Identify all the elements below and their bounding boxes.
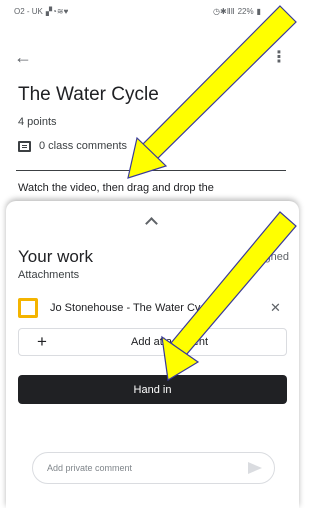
more-vert-icon[interactable]: ⋮ bbox=[271, 47, 287, 67]
close-icon[interactable]: ✕ bbox=[270, 300, 281, 316]
hand-in-button[interactable]: Hand in bbox=[18, 375, 287, 404]
attachment-name: Jo Stonehouse - The Water Cycle bbox=[50, 302, 215, 314]
arrow-back-icon[interactable]: ← bbox=[14, 47, 32, 68]
add-attachment-label: Add attachment bbox=[131, 336, 209, 348]
your-work-heading: Your work bbox=[18, 247, 93, 266]
send-icon[interactable] bbox=[248, 462, 262, 474]
battery-icon: ▮ bbox=[256, 6, 261, 16]
private-comment-placeholder: Add private comment bbox=[47, 463, 133, 473]
assignment-title: The Water Cycle bbox=[18, 84, 159, 105]
private-comment-field[interactable]: Add private comment bbox=[32, 452, 275, 484]
comment-icon bbox=[18, 140, 31, 152]
plus-icon: + bbox=[37, 332, 47, 351]
carrier-label: O2 - UK bbox=[14, 6, 43, 16]
status-bar-left: O2 - UK ▞◔≋♥ bbox=[14, 7, 68, 16]
status-bar: O2 - UK ▞◔≋♥ ◷✱ⅡⅡ 22% ▮ bbox=[0, 0, 299, 22]
assignment-points: 4 points bbox=[18, 116, 57, 128]
your-work-sheet: Your work Assigned Attachments Jo Stoneh… bbox=[6, 201, 299, 508]
work-status-label: Assigned bbox=[243, 251, 289, 263]
attachment-item[interactable]: Jo Stonehouse - The Water Cycle ✕ bbox=[18, 295, 288, 321]
slides-icon bbox=[18, 298, 38, 318]
expand-handle-icon[interactable] bbox=[144, 215, 158, 225]
status-icons: ◷✱ⅡⅡ bbox=[213, 6, 235, 16]
add-attachment-button[interactable]: + Add attachment bbox=[18, 328, 287, 356]
signal-icon: ▞◔≋♥ bbox=[45, 6, 69, 16]
attachments-label: Attachments bbox=[18, 269, 80, 281]
status-bar-right: ◷✱ⅡⅡ 22% ▮ bbox=[213, 7, 289, 16]
battery-percent: 22% bbox=[237, 6, 254, 16]
class-comments-link[interactable]: 0 class comments bbox=[18, 140, 127, 152]
class-comments-label: 0 class comments bbox=[39, 140, 128, 152]
top-app-bar: ← ⋮ bbox=[14, 44, 287, 70]
divider bbox=[16, 170, 286, 171]
assignment-instructions: Watch the video, then drag and drop the bbox=[18, 182, 214, 194]
